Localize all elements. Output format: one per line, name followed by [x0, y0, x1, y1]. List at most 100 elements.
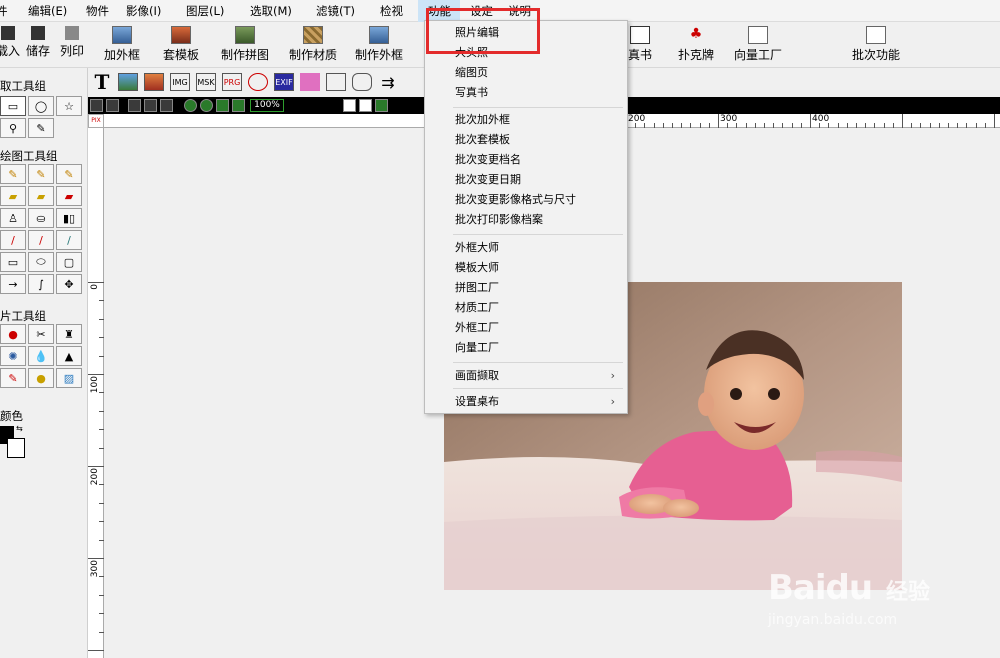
menu-item-template-master[interactable]: 模板大师 [425, 258, 627, 278]
calendar-icon[interactable] [326, 73, 346, 91]
fill-bucket-icon[interactable]: ⛀ [28, 208, 54, 228]
app-window: 件 编辑(E) 物件 影像(I) 图层(L) 选取(M) 滤镜(T) 检视 功能… [0, 0, 1000, 658]
msk-icon[interactable]: MSK [196, 73, 216, 91]
menu-item-puzzle-factory[interactable]: 拼图工厂 [425, 278, 627, 298]
menu-select[interactable]: 选取(M) [240, 0, 306, 22]
menu-item-frame-factory[interactable]: 外框工厂 [425, 318, 627, 338]
menu-item-batch-frame[interactable]: 批次加外框 [425, 110, 627, 130]
image-object-icon[interactable] [118, 73, 138, 91]
menu-item-texture-factory[interactable]: 材质工厂 [425, 298, 627, 318]
background-color-swatch[interactable] [7, 438, 25, 458]
menu-item-thumbnail-page[interactable]: 缩图页 [425, 63, 627, 83]
speech-bubble-icon[interactable] [352, 73, 372, 91]
rectangle-shape-icon[interactable]: ▭ [0, 252, 26, 272]
make-texture-button[interactable]: 制作材质 [289, 26, 337, 66]
make-puzzle-button[interactable]: 制作拼图 [221, 26, 269, 66]
red-eye-icon[interactable]: ● [0, 324, 26, 344]
paste-icon[interactable] [160, 99, 173, 112]
rounded-rect-icon[interactable]: ▢ [56, 252, 82, 272]
lens-icon[interactable]: ✺ [0, 346, 26, 366]
menu-item-label: 缩图页 [455, 66, 488, 79]
undo-icon[interactable] [90, 99, 103, 112]
paint-stroke-icon[interactable]: ✎ [0, 368, 26, 388]
exif-icon[interactable]: EXIF [274, 73, 294, 91]
menu-object[interactable]: 物件 [76, 0, 116, 22]
landscape-icon[interactable]: ▨ [56, 368, 82, 388]
cake-icon[interactable] [300, 73, 320, 91]
stamp-icon[interactable]: ♙ [0, 208, 26, 228]
brush-select-icon[interactable]: ✎ [28, 118, 54, 138]
menu-item-batch-format[interactable]: 批次变更影像格式与尺寸 [425, 190, 627, 210]
gradient-icon[interactable]: ▮▯ [56, 208, 82, 228]
menu-image[interactable]: 影像(I) [116, 0, 176, 22]
people-scissors-icon[interactable]: ✂ [28, 324, 54, 344]
menu-item-batch-print[interactable]: 批次打印影像档案 [425, 210, 627, 230]
lasso-select-icon[interactable]: ☆ [56, 96, 82, 116]
menu-item-photo-book[interactable]: 写真书 [425, 83, 627, 103]
menu-item-batch-template[interactable]: 批次套模板 [425, 130, 627, 150]
make-outer-frame-button[interactable]: 制作外框 [355, 26, 403, 66]
redo-icon[interactable] [106, 99, 119, 112]
magic-wand-icon[interactable]: ⚲ [0, 118, 26, 138]
load-button[interactable]: 载入 [0, 26, 20, 66]
fit-icon[interactable] [216, 99, 229, 112]
marker-icon[interactable]: / [28, 230, 54, 250]
cut-icon[interactable] [144, 99, 157, 112]
curve-icon[interactable]: ∫ [28, 274, 54, 294]
menu-item-screen-capture[interactable]: 画面撷取 › [425, 366, 627, 386]
pen-icon[interactable]: / [0, 230, 26, 250]
menu-file[interactable]: 件 [0, 0, 18, 22]
actual-size-icon[interactable] [232, 99, 245, 112]
menu-item-label: 批次打印影像档案 [455, 213, 543, 226]
menu-item-batch-date[interactable]: 批次变更日期 [425, 170, 627, 190]
brush-icon[interactable]: ✎ [0, 164, 26, 184]
text-tool-icon[interactable]: T [92, 70, 112, 94]
add-frame-button[interactable]: 加外框 [104, 26, 140, 66]
menu-filter[interactable]: 滤镜(T) [306, 0, 370, 22]
move-icon[interactable] [375, 99, 388, 112]
drop-icon[interactable]: 💧 [28, 346, 54, 366]
menu-edit[interactable]: 编辑(E) [18, 0, 76, 22]
vector-factory-button[interactable]: 向量工厂 [734, 26, 782, 66]
eraser-icon[interactable]: ▰ [0, 186, 26, 206]
menu-item-batch-rename[interactable]: 批次变更档名 [425, 150, 627, 170]
menu-item-set-wallpaper[interactable]: 设置桌布 › [425, 392, 627, 412]
airbrush-icon[interactable]: ✎ [28, 164, 54, 184]
zoom-level-field[interactable]: 100% [250, 99, 284, 112]
zoom-out-icon[interactable] [200, 99, 213, 112]
photo-object-icon[interactable] [144, 73, 164, 91]
move-tool-icon[interactable]: ✥ [56, 274, 82, 294]
color-replace-icon[interactable]: ▰ [56, 186, 82, 206]
light-bulb-icon[interactable]: ● [28, 368, 54, 388]
pencil-icon[interactable]: ✎ [56, 164, 82, 184]
ellipse-select-icon[interactable]: ◯ [28, 96, 54, 116]
copy-icon[interactable] [128, 99, 141, 112]
prg-icon[interactable]: PRG [222, 73, 242, 91]
clock-icon[interactable] [248, 73, 268, 91]
poker-button[interactable]: ♣ 扑克牌 [678, 26, 714, 66]
rect-select-icon[interactable]: ▭ [0, 96, 26, 116]
menu-view[interactable]: 检视 [370, 0, 418, 22]
pointer-icon[interactable] [343, 99, 356, 112]
menu-item-vector-factory[interactable]: 向量工厂 [425, 338, 627, 358]
zoom-in-icon[interactable] [184, 99, 197, 112]
menu-item-frame-master[interactable]: 外框大师 [425, 238, 627, 258]
swap-colors-icon[interactable]: ⇆ [16, 424, 23, 433]
batch-function-button[interactable]: 批次功能 [852, 26, 900, 66]
sharpen-icon[interactable]: ▲ [56, 346, 82, 366]
photo-book-button[interactable]: 真书 [628, 26, 652, 66]
print-button[interactable]: 列印 [60, 26, 84, 66]
apply-template-button[interactable]: 套模板 [163, 26, 199, 66]
smudge-icon[interactable]: ▰ [28, 186, 54, 206]
img-icon[interactable]: IMG [170, 73, 190, 91]
clone-icon[interactable]: ♜ [56, 324, 82, 344]
arrow-right-icon[interactable]: ⇉ [378, 73, 398, 92]
line-icon[interactable]: → [0, 274, 26, 294]
eyedropper-icon[interactable]: / [56, 230, 82, 250]
menu-layer[interactable]: 图层(L) [176, 0, 240, 22]
ellipse-shape-icon[interactable]: ⬭ [28, 252, 54, 272]
menu-item-label: 画面撷取 [455, 369, 499, 382]
save-button[interactable]: 储存 [26, 26, 50, 66]
watermark-brand: Baidu [768, 568, 873, 608]
hand-icon[interactable] [359, 99, 372, 112]
